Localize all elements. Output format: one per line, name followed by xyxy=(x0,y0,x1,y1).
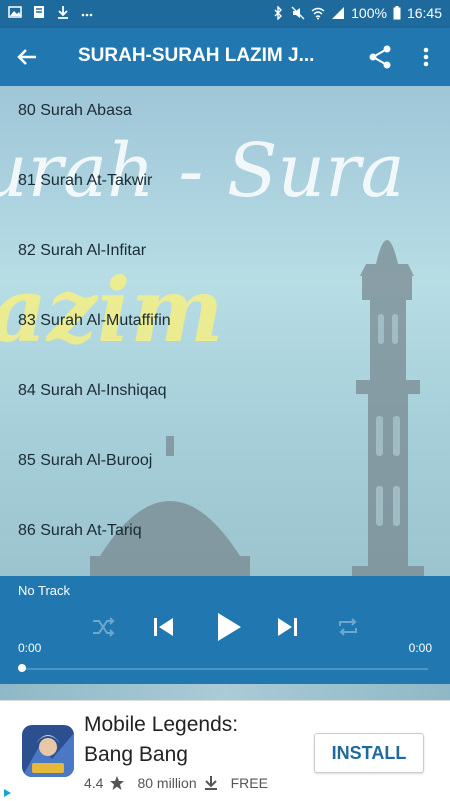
list-item-label: 86 Surah At-Tariq xyxy=(18,522,142,539)
audio-player: No Track 0:00 0:00 xyxy=(0,576,450,684)
ad-title-line1: Mobile Legends: xyxy=(84,713,239,736)
list-item[interactable]: 86 Surah At-Tariq xyxy=(0,506,450,576)
list-item-label: 80 Surah Abasa xyxy=(18,102,132,119)
app-bar: SURAH-SURAH LAZIM J... xyxy=(0,28,450,86)
status-system: 100% 16:45 xyxy=(271,5,442,21)
more-dots-icon xyxy=(81,13,93,17)
background-strip xyxy=(0,684,450,700)
bluetooth-icon xyxy=(274,6,283,20)
track-title: No Track xyxy=(18,583,71,598)
ad-title-line2: Bang Bang xyxy=(84,743,188,766)
ad-price: FREE xyxy=(230,775,268,791)
shuffle-icon[interactable] xyxy=(88,612,118,642)
ad-title[interactable]: Mobile Legends: Bang Bang xyxy=(84,710,304,770)
image-icon xyxy=(8,6,22,18)
seek-bar[interactable] xyxy=(22,668,428,670)
clock: 16:45 xyxy=(406,5,442,21)
ad-meta: 4.4 80 million FREE xyxy=(84,775,268,791)
star-icon xyxy=(110,776,125,790)
list-item[interactable]: 82 Surah Al-Infitar xyxy=(0,226,450,296)
game-icon[interactable] xyxy=(22,725,74,777)
surah-list-container[interactable]: urah - Sura azim 80 Surah Abasa 81 Surah… xyxy=(0,86,450,576)
adchoices-icon[interactable] xyxy=(0,786,14,800)
list-item-label: 81 Surah At-Takwir xyxy=(18,172,153,189)
mute-icon xyxy=(291,6,305,20)
total-time: 0:00 xyxy=(408,641,432,655)
ad-downloads: 80 million xyxy=(137,775,197,791)
ad-banner[interactable]: Mobile Legends: Bang Bang 4.4 80 million… xyxy=(0,700,450,801)
surah-list: 80 Surah Abasa 81 Surah At-Takwir 82 Sur… xyxy=(0,86,450,576)
list-item[interactable]: 80 Surah Abasa xyxy=(0,86,450,156)
seek-thumb[interactable] xyxy=(18,664,26,672)
page-title: SURAH-SURAH LAZIM J... xyxy=(78,45,315,66)
battery-icon xyxy=(393,6,401,20)
play-icon[interactable] xyxy=(210,609,246,645)
back-arrow-icon[interactable] xyxy=(12,42,42,72)
file-icon xyxy=(34,6,44,18)
list-item[interactable]: 84 Surah Al-Inshiqaq xyxy=(0,366,450,436)
download-icon xyxy=(58,6,68,19)
next-icon[interactable] xyxy=(272,612,302,642)
current-time: 0:00 xyxy=(18,641,42,655)
ad-rating: 4.4 xyxy=(84,775,104,791)
list-item[interactable]: 81 Surah At-Takwir xyxy=(0,156,450,226)
list-item-label: 82 Surah Al-Infitar xyxy=(18,242,147,259)
previous-icon[interactable] xyxy=(149,612,179,642)
battery-percentage: 100% xyxy=(351,5,387,21)
list-item-label: 85 Surah Al-Burooj xyxy=(18,452,153,469)
list-item[interactable]: 83 Surah Al-Mutaffifin xyxy=(0,296,450,366)
status-bar: 100% 16:45 xyxy=(0,0,450,28)
status-notifications xyxy=(8,5,94,19)
download-icon xyxy=(204,776,217,790)
signal-icon xyxy=(332,7,345,19)
list-item-label: 84 Surah Al-Inshiqaq xyxy=(18,382,167,399)
install-button[interactable]: INSTALL xyxy=(314,733,424,773)
wifi-icon xyxy=(311,7,325,20)
share-icon[interactable] xyxy=(366,42,394,72)
more-vert-icon[interactable] xyxy=(414,42,438,72)
repeat-icon[interactable] xyxy=(333,612,363,642)
list-item-label: 83 Surah Al-Mutaffifin xyxy=(18,312,171,329)
list-item[interactable]: 85 Surah Al-Burooj xyxy=(0,436,450,506)
